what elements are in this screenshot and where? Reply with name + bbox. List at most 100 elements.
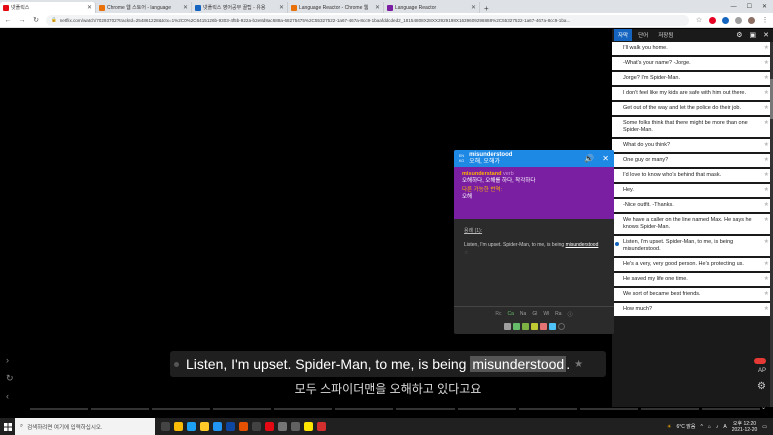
browser-tab[interactable]: Language Reactor - Chrome 웹 ✕ <box>288 2 384 13</box>
tab-close-icon[interactable]: ✕ <box>87 4 92 11</box>
clear-color-icon[interactable] <box>557 323 565 330</box>
save-star-icon[interactable]: ★ <box>574 359 583 370</box>
photoshop-icon[interactable] <box>226 422 235 431</box>
subtitle-row[interactable]: We sort of became best friends. ★ <box>612 288 773 301</box>
address-bar[interactable]: 🔒 netflix.com/watch/70293702?trackId=254… <box>46 14 689 26</box>
repeat-icon[interactable]: ↻ <box>6 373 14 384</box>
color-swatch[interactable] <box>530 323 538 330</box>
example-star-icon[interactable]: ☆ <box>464 250 468 256</box>
subtitle-timeline[interactable] <box>30 408 760 410</box>
popup-close-icon[interactable]: ✕ <box>602 154 609 163</box>
browser-tab[interactable]: Chrome 웹 스토어 - language ✕ <box>96 2 192 13</box>
subtitle-row[interactable]: -What's your name? -Jorge. ★ <box>612 57 773 70</box>
tray-arrow-icon[interactable]: ^ <box>700 424 702 430</box>
pinterest-extension-icon[interactable] <box>709 16 716 24</box>
close-window-icon[interactable]: ✕ <box>762 3 767 10</box>
save-star-icon[interactable]: ★ <box>764 45 769 52</box>
save-star-icon[interactable]: ★ <box>764 217 769 224</box>
subtitle-row[interactable]: I'd love to know who's behind that mask.… <box>612 169 773 182</box>
task-view-icon[interactable] <box>161 422 170 431</box>
save-star-icon[interactable]: ★ <box>764 157 769 164</box>
tab-close-icon[interactable]: ✕ <box>183 4 188 11</box>
subtitle-row[interactable]: I'll walk you home. ★ <box>612 42 773 55</box>
subtitle-row[interactable]: What do you think? ★ <box>612 139 773 152</box>
gear-icon[interactable]: ⚙ <box>736 31 742 39</box>
subtitle-row[interactable]: I don't feel like my kids are safe with … <box>612 87 773 100</box>
save-star-icon[interactable]: ★ <box>764 291 769 298</box>
save-star-icon[interactable]: ★ <box>764 60 769 67</box>
subtitle-row[interactable]: Listen, I'm upset. Spider-Man, to me, is… <box>612 236 773 256</box>
save-star-icon[interactable]: ★ <box>764 120 769 127</box>
tab-close-icon[interactable]: ✕ <box>471 4 476 11</box>
maximize-icon[interactable]: ☐ <box>747 3 752 10</box>
notification-icon[interactable]: ▭ <box>762 424 767 430</box>
save-star-icon[interactable]: ★ <box>764 105 769 112</box>
subtitle-row[interactable]: One guy or many? ★ <box>612 154 773 167</box>
subtitle-text[interactable]: Listen, I'm upset. Spider-Man, to me, is… <box>186 356 466 372</box>
subtitle-row[interactable]: Jorge? I'm Spider-Man. ★ <box>612 72 773 85</box>
tab-subtitles[interactable]: 자막 <box>614 29 633 41</box>
word-level-label[interactable]: Ra <box>555 311 561 318</box>
netflix-icon[interactable] <box>265 422 274 431</box>
tab-close-icon[interactable]: ✕ <box>279 4 284 11</box>
save-star-icon[interactable]: ★ <box>764 172 769 179</box>
color-swatch[interactable] <box>512 323 520 330</box>
volume-icon[interactable]: ♪ <box>716 424 719 430</box>
clock[interactable]: 오후 12:20 2021-12-20 <box>732 421 758 433</box>
speaker-icon[interactable]: 🔊 <box>584 154 594 163</box>
close-icon[interactable]: ✕ <box>763 31 769 39</box>
file-explorer-icon[interactable] <box>200 422 209 431</box>
color-swatch[interactable] <box>503 323 511 330</box>
taskbar-search[interactable]: ⌕ 검색하려면 여기에 입력하십시오. <box>15 418 155 435</box>
tab-close-icon[interactable]: ✕ <box>375 4 380 11</box>
subtitle-row[interactable]: Some folks think that there might be mor… <box>612 117 773 137</box>
save-star-icon[interactable]: ★ <box>764 75 769 82</box>
save-star-icon[interactable]: ★ <box>764 239 769 246</box>
info-icon[interactable]: ⓘ <box>568 311 573 318</box>
menu-kebab-icon[interactable]: ⋮ <box>761 16 769 24</box>
chrome-icon[interactable] <box>174 422 183 431</box>
word-level-label[interactable]: Ca <box>508 311 514 318</box>
subtitle-row[interactable]: -Nice outfit. -Thanks. ★ <box>612 199 773 212</box>
auto-pause-toggle[interactable] <box>754 358 766 366</box>
subtitle-row[interactable]: How much? ★ <box>612 303 773 316</box>
color-swatch[interactable] <box>548 323 556 330</box>
weather-text[interactable]: 6°C 맑음 <box>676 423 695 430</box>
export-icon[interactable]: ▣ <box>750 31 757 39</box>
reload-icon[interactable]: ↻ <box>32 16 40 24</box>
browser-tab[interactable]: Language Reactor ✕ <box>384 2 480 13</box>
network-icon[interactable]: ⌂ <box>708 424 711 430</box>
subtitle-highlighted-word[interactable]: misunderstood <box>470 356 567 372</box>
next-subtitle-icon[interactable]: › <box>6 355 9 365</box>
bookmark-star-icon[interactable]: ☆ <box>695 16 703 24</box>
settings-gear-icon[interactable]: ⚙ <box>757 381 766 392</box>
word-level-label[interactable]: Rc <box>495 311 501 318</box>
word-level-label[interactable]: Na <box>520 311 526 318</box>
word-level-label[interactable]: Wl <box>543 311 549 318</box>
browser-tab[interactable]: 넷플릭스 영어공부 꿀팁 - 유용 ✕ <box>192 2 288 13</box>
forward-icon[interactable]: → <box>18 17 26 24</box>
profile-avatar[interactable] <box>748 16 755 24</box>
illustrator-icon[interactable] <box>239 422 248 431</box>
app-icon[interactable] <box>278 422 287 431</box>
obs-icon[interactable] <box>252 422 261 431</box>
save-star-icon[interactable]: ★ <box>764 261 769 268</box>
kakaotalk-icon[interactable] <box>304 422 313 431</box>
minimize-icon[interactable]: — <box>731 4 737 10</box>
back-icon[interactable]: ← <box>4 17 12 24</box>
app-icon[interactable] <box>291 422 300 431</box>
subtitle-row[interactable]: Hey. ★ <box>612 184 773 197</box>
word-level-label[interactable]: Gl <box>532 311 537 318</box>
windows-start-icon[interactable] <box>0 422 15 431</box>
color-swatch[interactable] <box>521 323 529 330</box>
language-reactor-extension-icon[interactable] <box>722 16 729 24</box>
save-star-icon[interactable]: ★ <box>764 142 769 149</box>
subtitle-row[interactable]: We have a caller on the line named Max. … <box>612 214 773 234</box>
save-star-icon[interactable]: ★ <box>764 90 769 97</box>
browser-tab[interactable]: 넷플릭스 ✕ <box>0 2 96 13</box>
expand-chevron-icon[interactable]: ⌄ <box>761 404 766 411</box>
subtitle-row[interactable]: Get out of the way and let the police do… <box>612 102 773 115</box>
save-star-icon[interactable]: ★ <box>764 276 769 283</box>
extensions-puzzle-icon[interactable] <box>735 16 742 24</box>
color-swatch[interactable] <box>539 323 547 330</box>
